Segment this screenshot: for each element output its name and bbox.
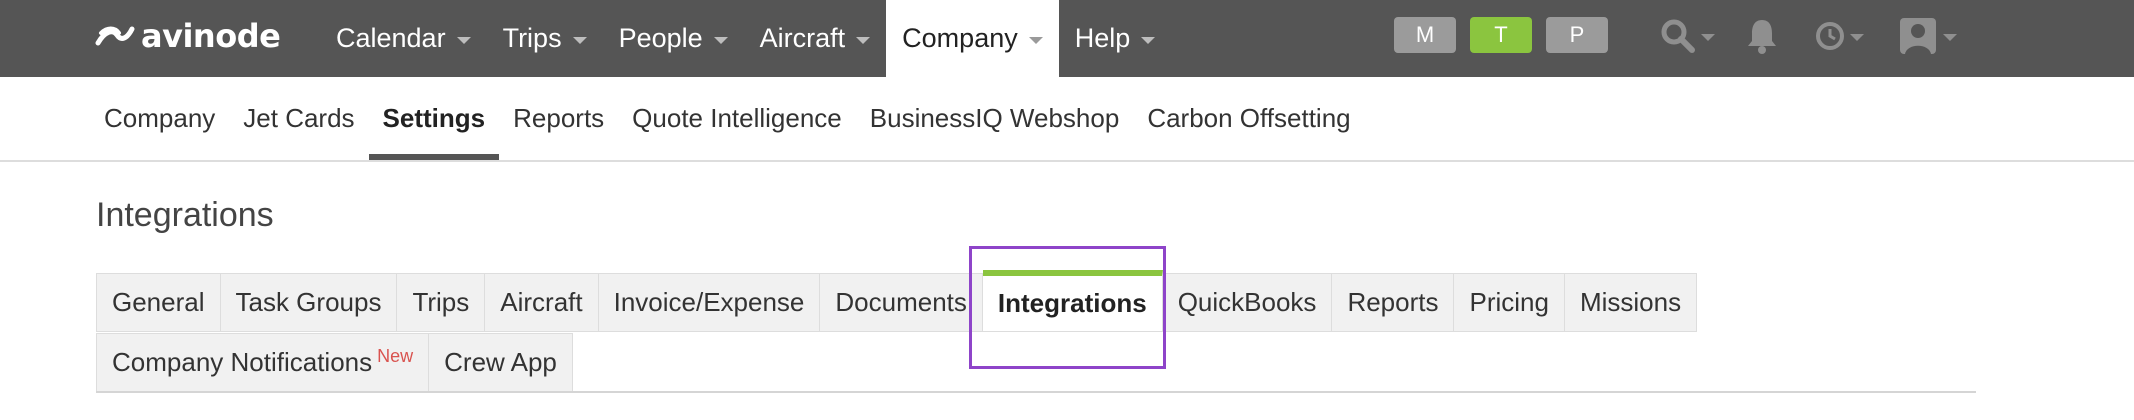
tab-integrations[interactable]: Integrations [982,270,1163,332]
subnav-item-quote-intelligence[interactable]: Quote Intelligence [618,77,856,160]
nav-item-label: People [618,23,703,53]
subnav-item-settings[interactable]: Settings [368,77,500,160]
tab-label: Aircraft [500,287,583,317]
chevron-down-icon [1141,36,1156,44]
tab-company-notifications[interactable]: Company Notifications New [96,333,430,392]
nav-item-label: Trips [502,23,562,53]
subnav-item-businessiq-webshop[interactable]: BusinessIQ Webshop [856,77,1134,160]
tab-aircraft[interactable]: Aircraft [485,273,599,332]
clock-icon [1816,22,1844,50]
nav-item-label: Aircraft [759,23,846,53]
nav-item-label: Help [1074,23,1131,53]
user-menu[interactable] [1898,14,1957,58]
recent-menu[interactable] [1815,14,1864,58]
subnav-item-carbon-offsetting[interactable]: Carbon Offsetting [1133,77,1364,160]
settings-tabs-row-2: Company Notifications New Crew App [96,333,573,392]
nav-item-people[interactable]: People [603,0,744,77]
chevron-down-icon [1701,34,1715,41]
avinode-logo[interactable]: avinode [95,14,281,58]
page-title: Integrations [96,196,274,234]
subnav-item-label: Settings [382,103,486,133]
tab-invoice-expense[interactable]: Invoice/Expense [598,273,821,332]
tab-label: Missions [1579,287,1682,317]
main-nav: Calendar Trips People Aircraft Company H… [320,0,1171,77]
notifications-button[interactable] [1745,14,1779,58]
subnav-item-label: Company [104,103,216,133]
subnav-item-label: Quote Intelligence [632,103,842,133]
tab-label: Reports [1347,287,1439,317]
nav-item-aircraft[interactable]: Aircraft [744,0,887,77]
tabs-divider [96,391,1976,393]
mode-button-label: T [1494,22,1508,47]
company-subnav: Company Jet Cards Settings Reports Quote… [0,77,2134,162]
nav-item-trips[interactable]: Trips [487,0,603,77]
chevron-down-icon [713,36,728,44]
subnav-item-jet-cards[interactable]: Jet Cards [229,77,368,160]
bell-icon [1748,20,1776,54]
tab-label: QuickBooks [1177,287,1317,317]
tab-label: Task Groups [235,287,382,317]
tab-label: Company Notifications [112,347,373,377]
mode-button-t[interactable]: T [1470,17,1532,53]
top-navigation-bar: avinode Calendar Trips People Aircraft C… [0,0,2134,77]
chevron-down-icon [1850,34,1864,41]
brand-name: avinode [141,17,281,55]
tab-pricing[interactable]: Pricing [1454,273,1565,332]
avinode-logo-icon [95,26,135,46]
tab-task-groups[interactable]: Task Groups [220,273,398,332]
mode-button-p[interactable]: P [1546,17,1608,53]
tab-missions[interactable]: Missions [1564,273,1698,332]
tab-label: Invoice/Expense [613,287,805,317]
tab-label: General [112,287,205,317]
tab-quickbooks[interactable]: QuickBooks [1162,273,1333,332]
subnav-item-company[interactable]: Company [90,77,229,160]
tab-general[interactable]: General [96,273,221,332]
nav-item-help[interactable]: Help [1059,0,1172,77]
chevron-down-icon [856,36,871,44]
nav-item-label: Calendar [336,23,446,53]
tab-label: Pricing [1469,287,1549,317]
subnav-item-label: Jet Cards [243,103,355,133]
subnav-item-reports[interactable]: Reports [499,77,618,160]
chevron-down-icon [1028,36,1043,44]
nav-item-company[interactable]: Company [886,0,1059,77]
subnav-items: Company Jet Cards Settings Reports Quote… [90,77,1365,160]
chevron-down-icon [1943,34,1957,41]
tab-label: Documents [835,287,967,317]
tab-documents[interactable]: Documents [820,273,983,332]
chevron-down-icon [456,36,471,44]
settings-tabs-row-1: General Task Groups Trips Aircraft Invoi… [96,270,1698,332]
tab-label: Integrations [997,288,1147,318]
nav-item-label: Company [902,23,1018,53]
mode-button-label: P [1569,22,1585,47]
tab-crew-app[interactable]: Crew App [429,333,573,392]
user-avatar-icon [1900,18,1936,54]
subnav-item-label: BusinessIQ Webshop [869,103,1120,133]
subnav-item-label: Carbon Offsetting [1147,103,1351,133]
search-icon [1661,19,1695,53]
search-menu[interactable] [1660,14,1715,58]
tab-trips[interactable]: Trips [397,273,486,332]
tab-label: Crew App [444,347,557,377]
chevron-down-icon [572,36,587,44]
mode-button-m[interactable]: M [1394,17,1456,53]
tab-label: Trips [412,287,470,317]
mode-button-label: M [1415,22,1435,47]
nav-item-calendar[interactable]: Calendar [320,0,487,77]
tab-reports[interactable]: Reports [1332,273,1455,332]
subnav-item-label: Reports [513,103,605,133]
new-badge: New [377,346,414,366]
